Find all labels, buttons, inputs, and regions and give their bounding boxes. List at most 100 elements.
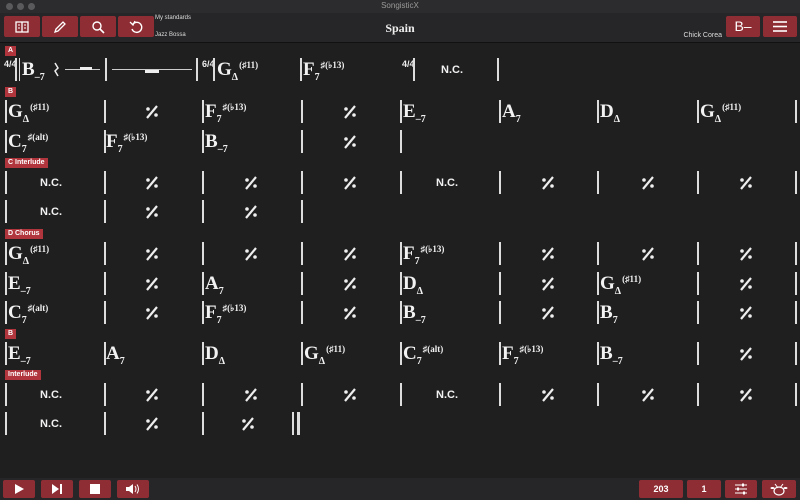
simile-mark[interactable] (342, 305, 358, 321)
barline (202, 342, 204, 365)
simile-mark[interactable] (144, 104, 160, 120)
simile-mark[interactable] (144, 276, 160, 292)
chord[interactable]: GΔ(♯11) (8, 100, 49, 127)
chord[interactable]: E–7 (8, 272, 31, 299)
simile-mark[interactable] (243, 246, 259, 262)
menu-button[interactable] (763, 16, 797, 37)
barline (499, 383, 501, 406)
simile-mark[interactable] (738, 246, 754, 262)
simile-mark[interactable] (540, 276, 556, 292)
barline (400, 342, 402, 365)
chord[interactable]: DΔ (600, 100, 620, 127)
chord[interactable]: C7♯(alt) (8, 130, 48, 157)
chord[interactable]: GΔ(♯11) (217, 58, 258, 85)
chord[interactable]: B–7 (600, 342, 623, 369)
chord[interactable]: F7♯(♭13) (205, 301, 246, 328)
title-bar: SongisticX (0, 0, 800, 13)
simile-mark[interactable] (342, 276, 358, 292)
no-chord[interactable]: N.C. (40, 412, 62, 436)
chord[interactable]: A7 (106, 342, 125, 369)
simile-mark[interactable] (144, 416, 160, 432)
simile-mark[interactable] (738, 387, 754, 403)
chord[interactable]: C7♯(alt) (403, 342, 443, 369)
no-chord[interactable]: N.C. (441, 58, 463, 82)
simile-mark[interactable] (738, 346, 754, 362)
chord[interactable]: GΔ(♯11) (600, 272, 641, 299)
chord[interactable]: E–7 (8, 342, 31, 369)
key-button[interactable]: B– (726, 16, 760, 37)
barline (499, 100, 501, 123)
simile-mark[interactable] (738, 305, 754, 321)
simile-mark[interactable] (342, 387, 358, 403)
no-chord[interactable]: N.C. (40, 383, 62, 407)
simile-mark[interactable] (540, 246, 556, 262)
chord[interactable]: B7 (600, 301, 618, 328)
simile-mark[interactable] (144, 175, 160, 191)
simile-mark[interactable] (243, 387, 259, 403)
tempo-display[interactable]: 203 (639, 480, 683, 498)
chord[interactable]: F7♯(♭13) (403, 242, 444, 269)
next-button[interactable] (41, 480, 73, 498)
chord[interactable]: GΔ(♯11) (700, 100, 741, 127)
time-signature: 4/4 (4, 59, 17, 69)
simile-mark[interactable] (540, 175, 556, 191)
band-button[interactable] (762, 480, 796, 498)
chord[interactable]: GΔ(♯11) (304, 342, 345, 369)
simile-mark[interactable] (540, 305, 556, 321)
chord[interactable]: F7♯(♭13) (303, 58, 344, 85)
simile-mark[interactable] (144, 387, 160, 403)
simile-mark[interactable] (144, 204, 160, 220)
play-button[interactable] (3, 480, 35, 498)
chord[interactable]: B–7 (403, 301, 426, 328)
section-label-d-chorus: D Chorus (5, 229, 43, 239)
simile-mark[interactable] (640, 387, 656, 403)
simile-mark[interactable] (640, 246, 656, 262)
barline (301, 171, 303, 194)
chord[interactable]: DΔ (403, 272, 423, 299)
chord[interactable]: F7♯(♭13) (205, 100, 246, 127)
barline (795, 383, 797, 406)
barline (5, 100, 7, 123)
stop-button[interactable] (79, 480, 111, 498)
barline (400, 383, 402, 406)
simile-mark[interactable] (342, 175, 358, 191)
simile-mark[interactable] (738, 276, 754, 292)
chord[interactable]: C7♯(alt) (8, 301, 48, 328)
lead-sheet[interactable]: A 4/4 B–7 6/4 GΔ(♯11) F7♯(♭13) 4/4 N.C. … (0, 43, 800, 478)
barline (400, 272, 402, 295)
drum-kit-icon (770, 483, 788, 496)
simile-mark[interactable] (144, 305, 160, 321)
barline (499, 342, 501, 365)
mixer-button[interactable] (725, 480, 757, 498)
no-chord[interactable]: N.C. (40, 171, 62, 195)
skip-forward-icon (52, 484, 62, 494)
chord[interactable]: A7 (502, 100, 521, 127)
simile-mark[interactable] (738, 175, 754, 191)
final-barline (292, 412, 294, 435)
no-chord[interactable]: N.C. (40, 200, 62, 224)
volume-button[interactable] (117, 480, 149, 498)
no-chord[interactable]: N.C. (436, 383, 458, 407)
chord-row: N.C. (0, 200, 800, 224)
chord-row: C7♯(alt) F7♯(♭13) B–7 B7 (0, 301, 800, 328)
chord[interactable]: B–7 (205, 130, 228, 157)
simile-mark[interactable] (640, 175, 656, 191)
chord[interactable]: A7 (205, 272, 224, 299)
chord[interactable]: F7♯(♭13) (502, 342, 543, 369)
chord[interactable]: B–7 (22, 58, 45, 85)
simile-mark[interactable] (243, 204, 259, 220)
transpose-display[interactable]: 1 (687, 480, 721, 498)
simile-mark[interactable] (342, 246, 358, 262)
simile-mark[interactable] (540, 387, 556, 403)
simile-mark[interactable] (243, 175, 259, 191)
chord[interactable]: E–7 (403, 100, 426, 127)
no-chord[interactable]: N.C. (436, 171, 458, 195)
barline (597, 301, 599, 324)
simile-mark[interactable] (342, 104, 358, 120)
chord[interactable]: GΔ(♯11) (8, 242, 49, 269)
chord[interactable]: F7♯(♭13) (106, 130, 147, 157)
chord[interactable]: DΔ (205, 342, 225, 369)
simile-mark[interactable] (240, 416, 256, 432)
simile-mark[interactable] (342, 134, 358, 150)
simile-mark[interactable] (144, 246, 160, 262)
